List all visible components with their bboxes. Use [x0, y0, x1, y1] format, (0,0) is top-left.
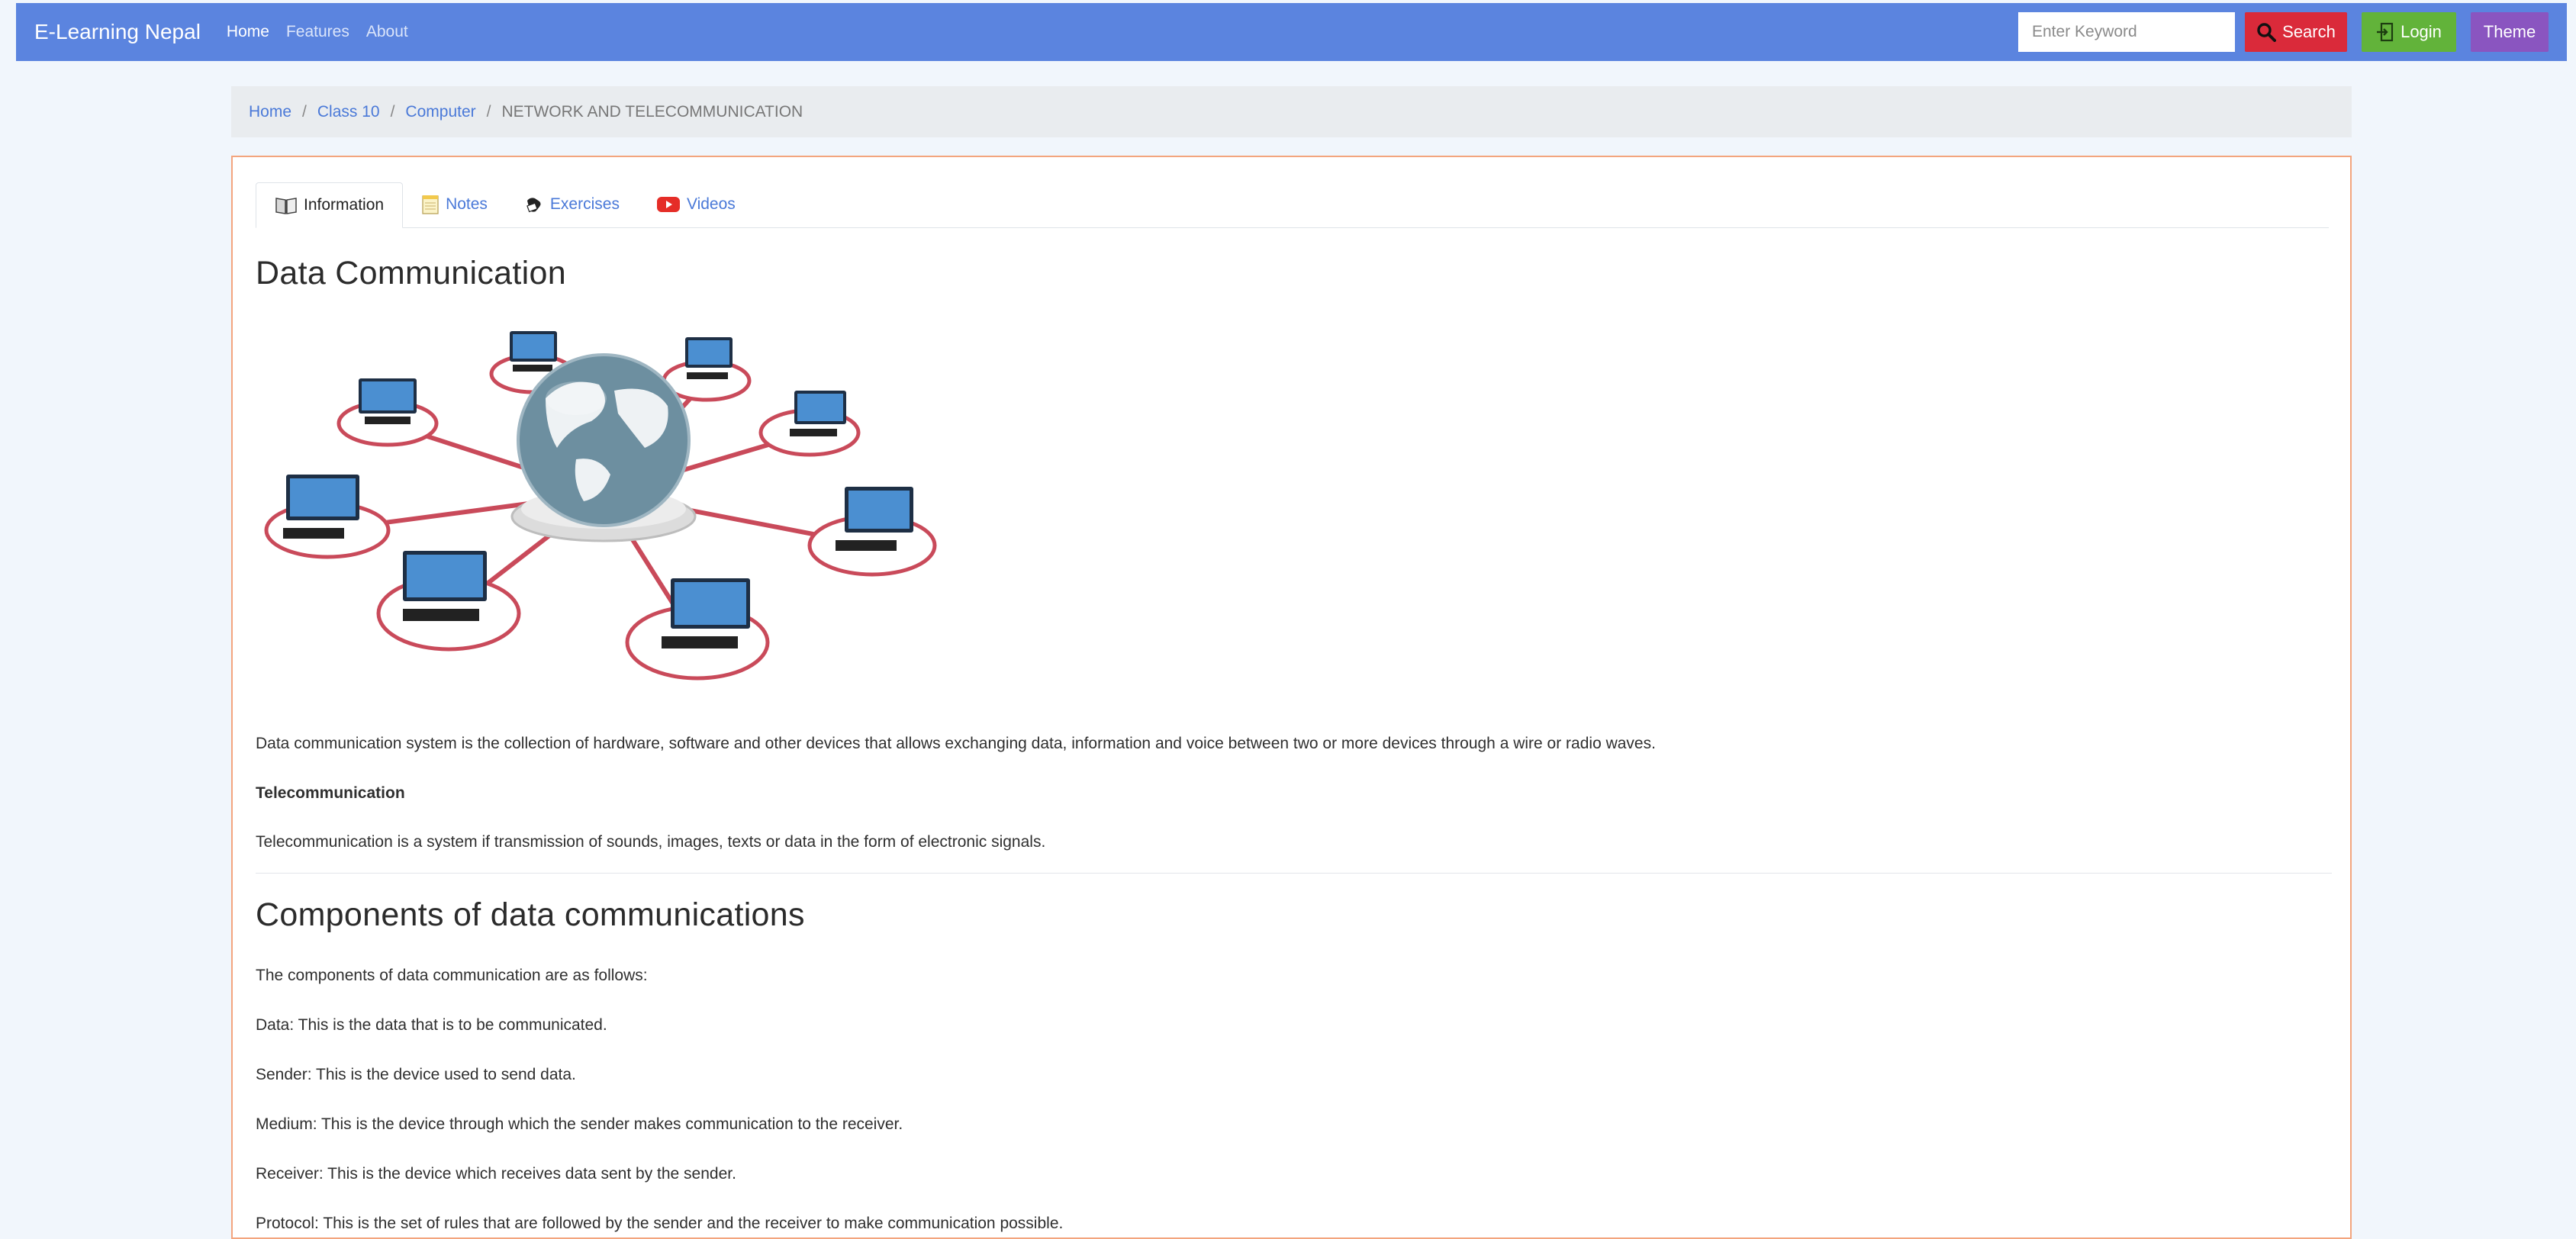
nav-link-about[interactable]: About: [366, 23, 408, 41]
component-item: Medium: This is the device through which…: [256, 1115, 903, 1133]
content-card: Information Notes Exercises Videos Data …: [231, 156, 2352, 1239]
content-tabs: Information Notes Exercises Videos: [256, 179, 2329, 228]
theme-button[interactable]: Theme: [2471, 12, 2549, 52]
writing-hand-icon: [524, 195, 544, 214]
component-item: Data: This is the data that is to be com…: [256, 1016, 607, 1034]
login-button[interactable]: Login: [2362, 12, 2456, 52]
telecom-paragraph: Telecommunication is a system if transmi…: [256, 833, 1046, 851]
login-icon: [2376, 22, 2394, 42]
breadcrumb-separator: /: [486, 102, 491, 121]
components-intro: The components of data communication are…: [256, 967, 648, 984]
breadcrumb-home[interactable]: Home: [249, 103, 291, 121]
brand-logo-text[interactable]: E-Learning Nepal: [34, 20, 201, 44]
intro-paragraph: Data communication system is the collect…: [256, 735, 1656, 752]
tab-information[interactable]: Information: [256, 182, 404, 228]
tab-videos[interactable]: Videos: [638, 182, 754, 227]
breadcrumb-subject[interactable]: Computer: [405, 103, 475, 121]
search-button[interactable]: Search: [2245, 12, 2347, 52]
components-title: Components of data communications: [256, 896, 805, 933]
breadcrumb-separator: /: [302, 102, 307, 121]
tab-exercises-label: Exercises: [549, 195, 620, 213]
telecom-heading: Telecommunication: [256, 784, 405, 802]
tab-notes-label: Notes: [446, 195, 488, 213]
component-item: Protocol: This is the set of rules that …: [256, 1215, 1064, 1232]
login-button-label: Login: [2401, 22, 2442, 41]
book-icon: [275, 195, 298, 215]
tab-information-label: Information: [304, 196, 385, 214]
globe-hub: [510, 353, 697, 542]
breadcrumb-class[interactable]: Class 10: [317, 103, 380, 121]
nav-link-home[interactable]: Home: [227, 23, 269, 41]
top-navbar: E-Learning Nepal Home Features About Sea…: [16, 3, 2567, 61]
youtube-icon: [656, 195, 681, 214]
network-illustration: [256, 314, 952, 696]
search-icon: [2256, 22, 2277, 42]
component-item: Receiver: This is the device which recei…: [256, 1165, 736, 1183]
search-input[interactable]: [2018, 12, 2235, 52]
component-item: Sender: This is the device used to send …: [256, 1066, 576, 1083]
section-divider: [256, 873, 2332, 874]
search-button-label: Search: [2282, 22, 2336, 41]
tab-notes[interactable]: Notes: [403, 182, 506, 227]
article-title: Data Communication: [256, 255, 566, 291]
breadcrumb-separator: /: [390, 102, 395, 121]
breadcrumb-current: NETWORK AND TELECOMMUNICATION: [501, 102, 803, 121]
notepad-icon: [421, 194, 440, 215]
navbar-actions: Search Login Theme: [2018, 12, 2549, 52]
tab-exercises[interactable]: Exercises: [506, 182, 638, 227]
breadcrumb: Home / Class 10 / Computer / NETWORK AND…: [231, 86, 2352, 137]
nav-link-features[interactable]: Features: [286, 23, 349, 41]
tab-videos-label: Videos: [686, 195, 736, 213]
